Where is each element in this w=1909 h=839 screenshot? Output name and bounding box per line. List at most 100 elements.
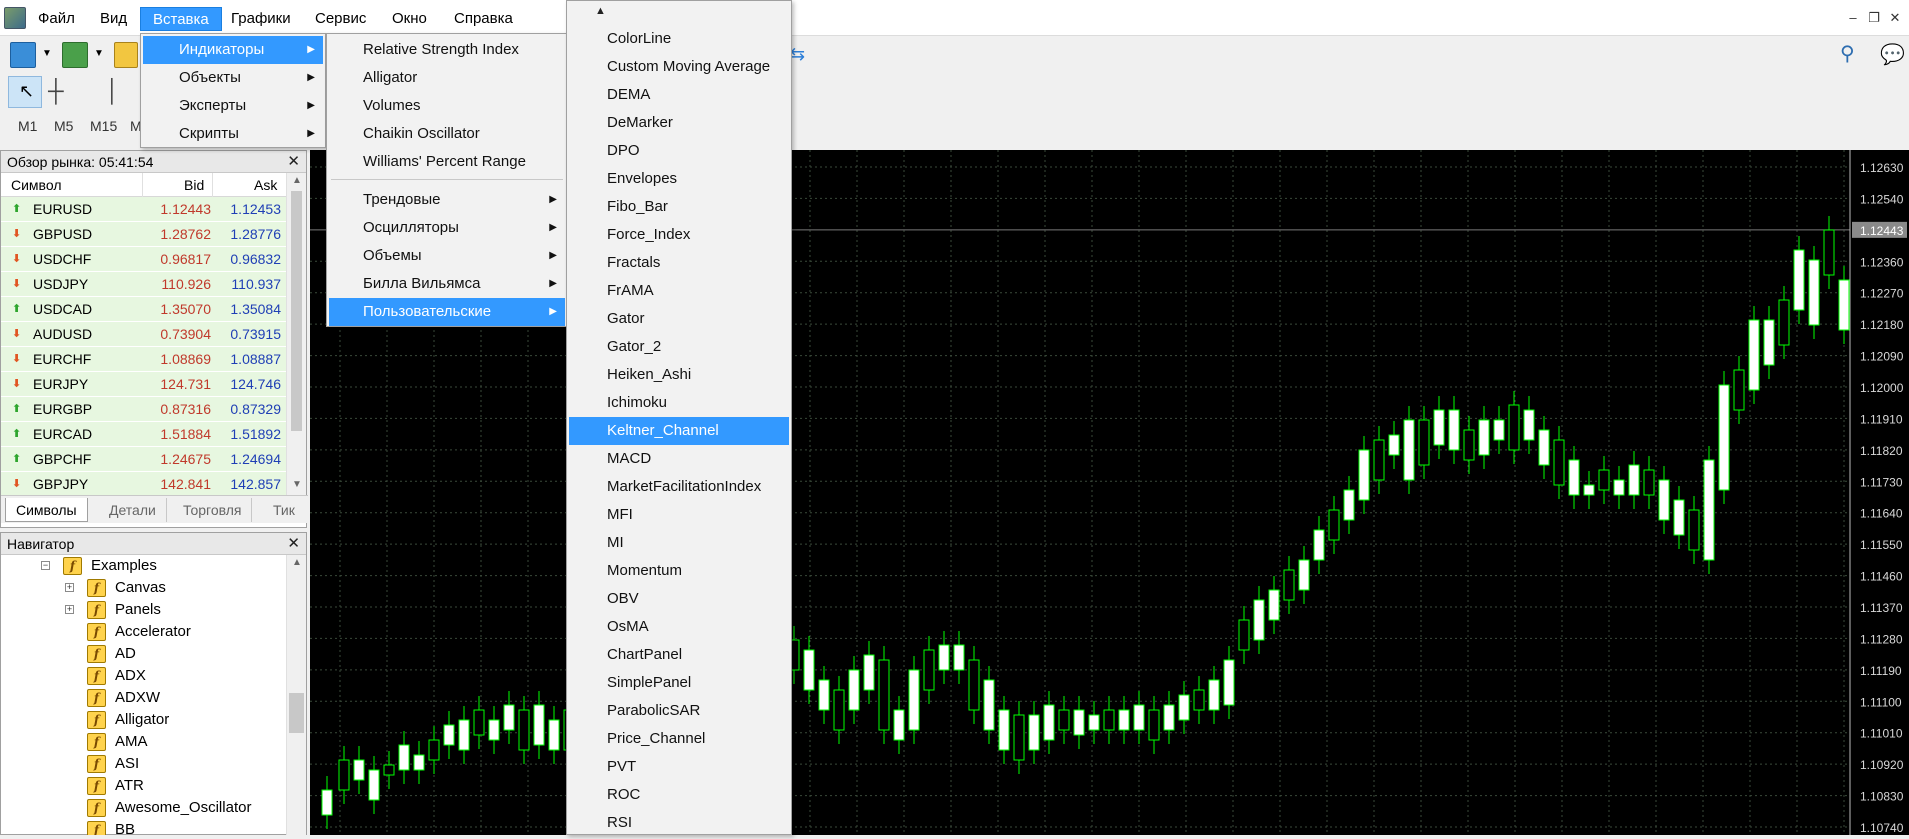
menu-item-custom-indicator[interactable]: MFI	[569, 501, 789, 529]
navigator-item[interactable]: f ASI	[1, 753, 286, 775]
navigator-scrollbar[interactable]: ▲	[286, 555, 306, 835]
market-watch-row[interactable]: ⬇ EURJPY 124.731 124.746	[1, 372, 286, 397]
menu-insert[interactable]: Вставка	[140, 7, 222, 31]
minimize-icon[interactable]: –	[1845, 10, 1861, 26]
menu-item-indicators[interactable]: Индикаторы ▶	[143, 36, 323, 64]
market-watch-row[interactable]: ⬇ GBPUSD 1.28762 1.28776	[1, 222, 286, 247]
tab-details[interactable]: Детали	[99, 498, 167, 522]
menu-item-custom-indicator[interactable]: Keltner_Channel	[569, 417, 789, 445]
column-ask[interactable]: Ask	[254, 177, 277, 193]
navigator-item[interactable]: f Alligator	[1, 709, 286, 731]
menu-item-recent-indicator[interactable]: Relative Strength Index	[329, 36, 565, 64]
chevron-down-icon[interactable]: ▼	[94, 48, 104, 59]
menu-item-custom-indicator[interactable]: Price_Channel	[569, 725, 789, 753]
menu-item-indicator-group[interactable]: Билла Вильямса ▶	[329, 270, 565, 298]
menu-item-custom-indicator[interactable]: ChartPanel	[569, 641, 789, 669]
menu-item-custom-indicator[interactable]: ColorLine	[569, 25, 789, 53]
menu-item-custom-indicator[interactable]: Custom Moving Average	[569, 53, 789, 81]
menu-file[interactable]: Файл	[26, 7, 87, 31]
scroll-thumb[interactable]	[289, 693, 304, 733]
profiles-icon[interactable]	[62, 42, 88, 68]
menu-item-custom-indicator[interactable]: OBV	[569, 585, 789, 613]
navigator-item[interactable]: + f Canvas	[1, 577, 286, 599]
navigator-item[interactable]: + f Panels	[1, 599, 286, 621]
new-chart-icon[interactable]	[10, 42, 36, 68]
vertical-line-icon[interactable]: │	[106, 78, 120, 104]
menu-item-custom-indicator[interactable]: Gator	[569, 305, 789, 333]
menu-item-recent-indicator[interactable]: Chaikin Oscillator	[329, 120, 565, 148]
market-watch-row[interactable]: ⬇ GBPJPY 142.841 142.857	[1, 472, 286, 497]
menu-item-custom-indicator[interactable]: DPO	[569, 137, 789, 165]
menu-item-custom-indicator[interactable]: Fibo_Bar	[569, 193, 789, 221]
menu-item-custom-indicator[interactable]: ParabolicSAR	[569, 697, 789, 725]
column-symbol[interactable]: Символ	[11, 177, 61, 193]
navigator-item[interactable]: f Accelerator	[1, 621, 286, 643]
market-watch-row[interactable]: ⬆ EURGBP 0.87316 0.87329	[1, 397, 286, 422]
scroll-up-icon[interactable]: ▲	[292, 175, 302, 186]
menu-help[interactable]: Справка	[442, 7, 525, 31]
timeframe-m1[interactable]: M1	[18, 118, 37, 134]
market-watch-row[interactable]: ⬇ AUDUSD 0.73904 0.73915	[1, 322, 286, 347]
menu-item-custom-indicator[interactable]: ROC	[569, 781, 789, 809]
close-icon[interactable]: ✕	[287, 533, 300, 555]
scroll-up-arrow-icon[interactable]: ▲	[595, 5, 606, 17]
menu-item-custom-indicator[interactable]: Heiken_Ashi	[569, 361, 789, 389]
menu-item-custom-indicator[interactable]: Fractals	[569, 249, 789, 277]
market-watch-scrollbar[interactable]: ▲ ▼	[286, 173, 306, 495]
market-watch-row[interactable]: ⬇ EURCHF 1.08869 1.08887	[1, 347, 286, 372]
chat-icon[interactable]: 💬	[1880, 42, 1905, 67]
market-watch-row[interactable]: ⬇ USDCHF 0.96817 0.96832	[1, 247, 286, 272]
close-icon[interactable]: ✕	[287, 151, 300, 173]
menu-item-custom-indicator[interactable]: Force_Index	[569, 221, 789, 249]
navigator-item[interactable]: f ATR	[1, 775, 286, 797]
menu-item-custom-indicator[interactable]: RSI	[569, 809, 789, 837]
market-watch-row[interactable]: ⬇ USDJPY 110.926 110.937	[1, 272, 286, 297]
menu-item-custom-indicator[interactable]: Momentum	[569, 557, 789, 585]
menu-item-indicator-group[interactable]: Объемы ▶	[329, 242, 565, 270]
menu-item-recent-indicator[interactable]: Alligator	[329, 64, 565, 92]
menu-item-experts[interactable]: Эксперты ▶	[143, 92, 323, 120]
market-watch-row[interactable]: ⬆ USDCAD 1.35070 1.35084	[1, 297, 286, 322]
menu-item-custom-indicator[interactable]: DEMA	[569, 81, 789, 109]
menu-item-recent-indicator[interactable]: Volumes	[329, 92, 565, 120]
collapse-icon[interactable]: −	[41, 561, 50, 570]
market-watch-row[interactable]: ⬆ EURCAD 1.51884 1.51892	[1, 422, 286, 447]
market-watch-row[interactable]: ⬆ GBPCHF 1.24675 1.24694	[1, 447, 286, 472]
tab-ticks[interactable]: Тик	[263, 498, 305, 522]
menu-item-custom-indicator[interactable]: MACD	[569, 445, 789, 473]
tab-symbols[interactable]: Символы	[5, 498, 88, 522]
menu-item-indicator-group[interactable]: Осцилляторы ▶	[329, 214, 565, 242]
timeframe-m5[interactable]: M5	[54, 118, 73, 134]
market-icon[interactable]	[114, 42, 138, 68]
menu-view[interactable]: Вид	[88, 7, 139, 31]
menu-item-custom-indicator[interactable]: MarketFacilitationIndex	[569, 473, 789, 501]
column-bid[interactable]: Bid	[184, 177, 204, 193]
market-watch-row[interactable]: ⬆ EURUSD 1.12443 1.12453	[1, 197, 286, 222]
menu-item-custom-indicator[interactable]: PVT	[569, 753, 789, 781]
menu-tools[interactable]: Сервис	[303, 7, 378, 31]
menu-item-custom-indicator[interactable]: MI	[569, 529, 789, 557]
menu-item-custom-indicator[interactable]: DeMarker	[569, 109, 789, 137]
menu-item-indicator-group[interactable]: Трендовые ▶	[329, 186, 565, 214]
menu-charts[interactable]: Графики	[219, 7, 303, 31]
app-icon[interactable]	[4, 7, 26, 29]
menu-item-indicator-group[interactable]: Пользовательские ▶	[329, 298, 565, 326]
menu-window[interactable]: Окно	[380, 7, 439, 31]
navigator-item[interactable]: f ADX	[1, 665, 286, 687]
navigator-item[interactable]: f AMA	[1, 731, 286, 753]
menu-item-custom-indicator[interactable]: OsMA	[569, 613, 789, 641]
menu-item-custom-indicator[interactable]: Envelopes	[569, 165, 789, 193]
close-icon[interactable]: ✕	[1887, 10, 1903, 26]
menu-item-custom-indicator[interactable]: Ichimoku	[569, 389, 789, 417]
chart-shift-icon[interactable]: ⇆	[790, 44, 805, 66]
scroll-thumb[interactable]	[291, 191, 302, 431]
navigator-item[interactable]: f Awesome_Oscillator	[1, 797, 286, 819]
navigator-item[interactable]: f ADXW	[1, 687, 286, 709]
menu-item-recent-indicator[interactable]: Williams' Percent Range	[329, 148, 565, 176]
restore-icon[interactable]: ❐	[1866, 10, 1882, 26]
expand-icon[interactable]: +	[65, 605, 74, 614]
navigator-item[interactable]: f AD	[1, 643, 286, 665]
chevron-down-icon[interactable]: ▼	[42, 48, 52, 59]
navigator-item[interactable]: f BB	[1, 819, 286, 835]
timeframe-m15[interactable]: M15	[90, 118, 117, 134]
